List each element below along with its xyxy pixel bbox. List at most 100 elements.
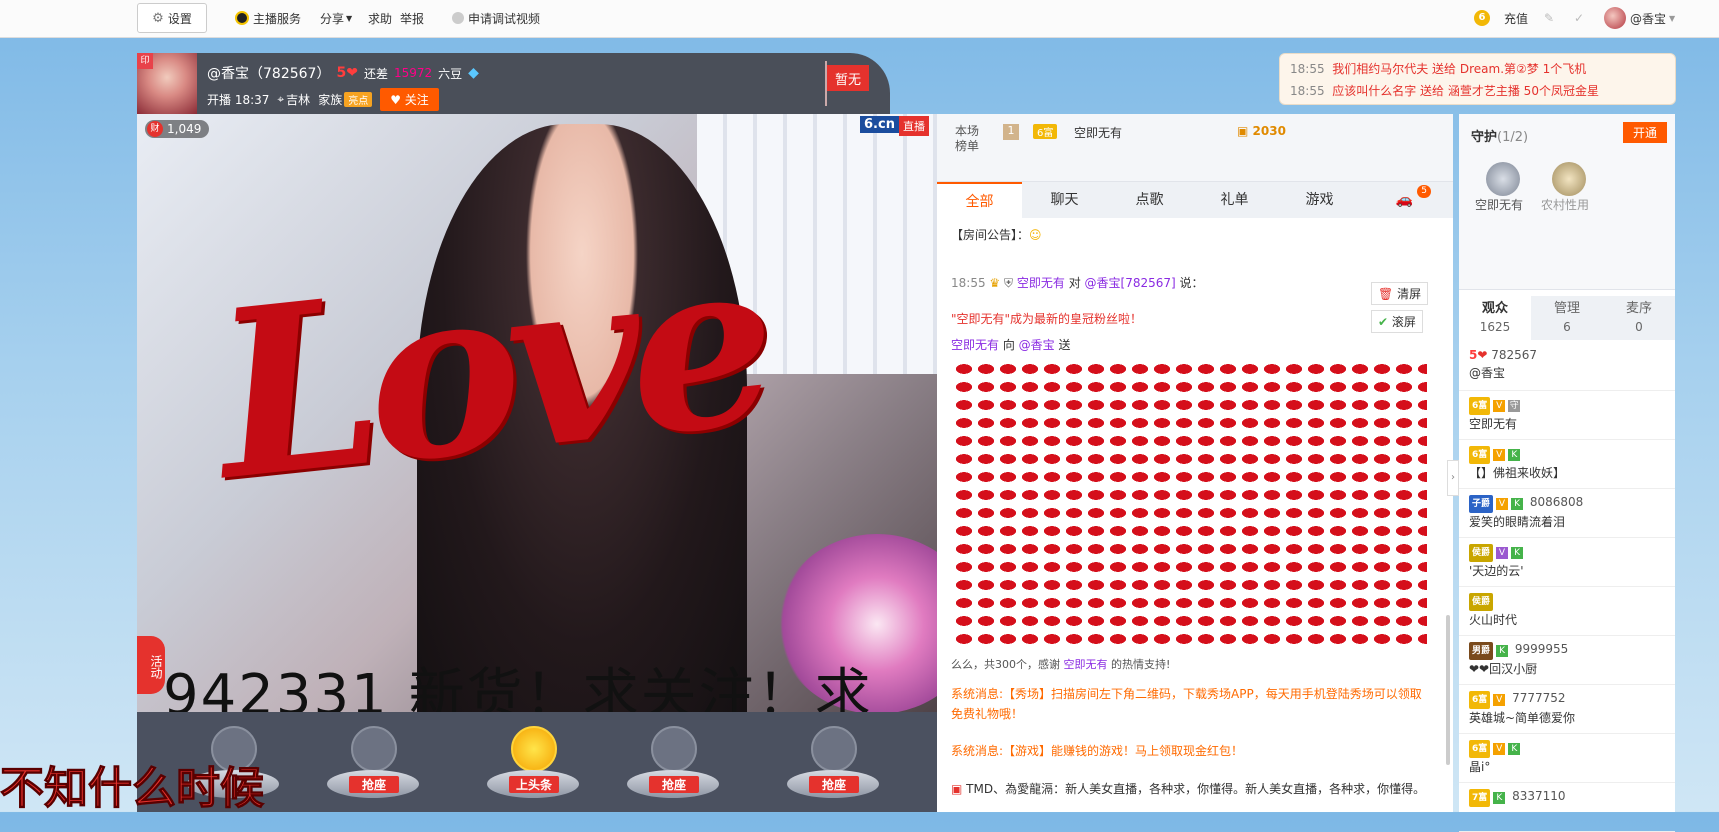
tab-count: 0 <box>1635 320 1643 334</box>
host-info-row: @香宝（782567） 5❤ 还差 15972 六豆 ◆ <box>207 63 479 83</box>
list-item[interactable]: 5❤ 782567 @香宝 <box>1459 342 1675 391</box>
tab-song[interactable]: 点歌 <box>1107 182 1192 218</box>
list-item[interactable]: 侯爵 火山时代 <box>1459 587 1675 636</box>
family-tag[interactable]: 亮点 <box>344 92 373 107</box>
rank-coins: ▣ 2030 <box>1237 124 1286 138</box>
bottom-broadcast: ▣ TMD、為愛龍滆：新人美女直播，各种求，你懂得。新人美女直播，各种求，你懂得… <box>951 780 1451 797</box>
recharge-link[interactable]: 充值 <box>1504 3 1528 33</box>
tab-mic-queue[interactable]: 麦序 0 <box>1603 296 1675 340</box>
user-name: 火山时代 <box>1469 613 1518 627</box>
pencil-icon[interactable]: ✎ <box>1544 3 1554 33</box>
scroll-label: 滚屏 <box>1391 315 1416 329</box>
settings-button[interactable]: ⚙ 设置 <box>137 3 207 33</box>
chat-panel: 全部 聊天 点歌 礼单 游戏 🚗 5 【房间公告】：☺ 18:55 ♛ ⛨ 空即无… <box>937 182 1453 812</box>
activity-tab[interactable]: 活动 <box>137 636 165 694</box>
tab-all[interactable]: 全部 <box>937 182 1022 218</box>
tab-admins[interactable]: 管理 6 <box>1531 296 1603 340</box>
marquee-text: 942331 新货！求关注！求 <box>163 663 873 712</box>
tab-games[interactable]: 游戏 <box>1277 182 1362 218</box>
guard-member[interactable]: 空即无有 <box>1475 162 1525 213</box>
report-label: 举报 <box>400 11 425 26</box>
seat-slot[interactable]: 抢座 <box>327 726 419 802</box>
kiss-gift-grid <box>953 360 1427 650</box>
seat-slot[interactable]: 抢座 <box>787 726 879 802</box>
seat-avatar-icon <box>351 726 397 772</box>
msg-text: 的热情支持! <box>1107 658 1171 671</box>
user-id: 8337110 <box>1512 789 1566 803</box>
trash-icon: 🗑 <box>1378 287 1394 301</box>
host-service-link[interactable]: 主播服务 <box>235 3 301 33</box>
help-link[interactable]: 求助 <box>368 3 392 33</box>
msg-target[interactable]: @香宝 <box>1019 338 1055 352</box>
tab-chat[interactable]: 聊天 <box>1022 182 1107 218</box>
rank-label[interactable]: 本场榜单 <box>955 124 983 154</box>
user-name: ❤❤回汉小厨 <box>1469 662 1538 676</box>
msg-user[interactable]: 空即无有 <box>951 338 999 352</box>
list-item[interactable]: 6富 V 守空即无有 <box>1459 391 1675 440</box>
check-icon[interactable]: ✓ <box>1574 3 1584 33</box>
list-item[interactable]: 子爵 V K 8086808 爱笑的眼睛流着泪 <box>1459 489 1675 538</box>
host-avatar[interactable]: 印 <box>137 53 197 114</box>
msg-target[interactable]: @香宝[782567] <box>1085 276 1176 290</box>
level-badge: 子爵 <box>1469 495 1494 513</box>
wealth-counter: 财 1,049 <box>145 120 210 138</box>
open-guard-button[interactable]: 开通 <box>1622 122 1667 143</box>
vip-icon: V <box>1496 498 1509 510</box>
msg-text: 说： <box>1175 276 1204 290</box>
rank-strip: 本场榜单 1 6富 空即无有 ▣ 2030 <box>937 114 1453 182</box>
msg-text: 对 <box>1064 276 1085 290</box>
apply-video-link[interactable]: 申请调试视频 <box>452 3 540 33</box>
share-menu[interactable]: 分享 ▼ <box>320 3 352 33</box>
top-bar: ⚙ 设置 主播服务 分享 ▼ 求助 举报 申请调试视频 6 充值 ✎ ✓ @香宝… <box>0 0 1719 38</box>
seat-slot[interactable]: 抢座 <box>627 726 719 802</box>
list-item[interactable]: 侯爵 V K '天边的云' <box>1459 538 1675 587</box>
scroll-button[interactable]: ✔ 滚屏 <box>1371 310 1423 333</box>
headline-slot[interactable]: 上头条 <box>487 726 579 802</box>
list-item[interactable]: 6富 V K 【】佛祖来收妖】 <box>1459 440 1675 489</box>
user-name: 晶i° <box>1469 760 1491 774</box>
smile-icon: ☺ <box>1029 228 1042 242</box>
gift-time: 18:55 <box>1290 84 1325 98</box>
list-item[interactable]: 6富 V 7777752 英雄城~简单德爱你 <box>1459 685 1675 734</box>
heart-icon: ❤ <box>1477 348 1488 362</box>
location: 吉林 <box>286 93 311 107</box>
grab-seat-button[interactable]: 抢座 <box>349 776 399 793</box>
user-menu[interactable]: @香宝 ▼ <box>1604 3 1675 33</box>
tab-count: 6 <box>1563 320 1571 334</box>
user-id: 8086808 <box>1529 495 1584 509</box>
user-name: 空即无有 <box>1469 417 1518 431</box>
chat-scrollbar[interactable] <box>1446 615 1450 765</box>
guard-title: 守护(1/2) <box>1471 126 1528 145</box>
tab-audience[interactable]: 观众 1625 <box>1459 296 1531 340</box>
vip-icon: V <box>1493 743 1506 755</box>
level-badge: 6富 <box>1469 691 1491 709</box>
grab-seat-button[interactable]: 抢座 <box>809 776 859 793</box>
msg-user[interactable]: 空即无有 <box>1064 658 1108 671</box>
tab-label: 管理 <box>1553 301 1580 316</box>
headline-button[interactable]: 上头条 <box>509 776 559 793</box>
follow-button[interactable]: ♥ 关注 <box>380 88 439 111</box>
system-message: 系统消息:【游戏】能赚钱的游戏！马上领取现金红包！ <box>951 744 1244 758</box>
wealth-count: 1,049 <box>167 122 202 136</box>
video-player[interactable]: Love 财 1,049 6.cn 直播 942331 新货！求关注！求 <box>137 114 937 712</box>
user-name: 【】佛祖来收妖】 <box>1469 466 1566 480</box>
rank-coins-value: 2030 <box>1252 124 1286 138</box>
guard-member[interactable]: 农村性用 <box>1541 162 1591 213</box>
tab-gifts[interactable]: 礼单 <box>1192 182 1277 218</box>
tab-count: 1625 <box>1479 320 1511 334</box>
list-item[interactable]: 6富 V K 晶i° <box>1459 734 1675 783</box>
bottom-overlay-text: 不知什么时候 <box>0 763 265 815</box>
report-link[interactable]: 举报 <box>400 3 424 33</box>
chevron-down-icon: ▼ <box>346 13 353 23</box>
grab-seat-button[interactable]: 抢座 <box>649 776 699 793</box>
msg-user[interactable]: 空即无有 <box>1017 276 1065 290</box>
collapse-handle[interactable]: › <box>1447 460 1459 496</box>
vip-icon: V <box>1493 449 1506 461</box>
list-item[interactable]: 7富 K 8337110 <box>1459 783 1675 832</box>
list-item[interactable]: 男爵 K 9999955 ❤❤回汉小厨 <box>1459 636 1675 685</box>
clear-button[interactable]: 🗑 清屏 <box>1371 282 1429 305</box>
vip-icon: V <box>1493 694 1506 706</box>
top-user[interactable]: 空即无有 <box>1074 124 1122 141</box>
tab-car[interactable]: 🚗 5 <box>1362 182 1447 218</box>
room-notice: 【房间公告】：☺ <box>951 226 1441 244</box>
